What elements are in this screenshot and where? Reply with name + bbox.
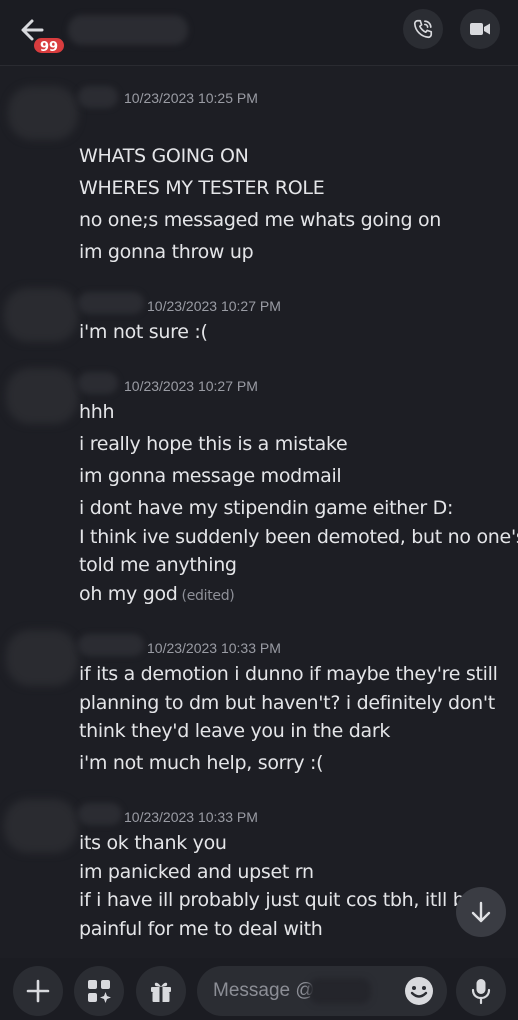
voice-call-button[interactable]: [403, 9, 443, 49]
avatar-redacted: [4, 799, 78, 853]
message-text: told me anything: [79, 554, 237, 576]
message-text: i really hope this is a mistake: [79, 433, 348, 455]
message-text: i'm not much help, sorry :(: [79, 752, 324, 774]
message-group: 10/23/2023 10:27 PM i'm not sure :(: [0, 288, 518, 348]
message-text: if i have ill probably just quit cos tbh…: [79, 889, 494, 911]
message-text: I think ive suddenly been demoted, but n…: [79, 526, 518, 548]
message-text-content: oh my god: [79, 583, 178, 605]
username-redacted: [78, 803, 122, 825]
message-timestamp: 10/23/2023 10:33 PM: [124, 809, 258, 825]
message-input[interactable]: Message @: [197, 966, 447, 1016]
video-call-button[interactable]: [460, 9, 500, 49]
edited-label: (edited): [181, 588, 235, 604]
message-text: think they'd leave you in the dark: [79, 720, 391, 742]
message-text: its ok thank you: [79, 832, 227, 854]
message-text: planning to dm but haven't? i definitely…: [79, 692, 495, 714]
message-group: 10/23/2023 10:25 PM WHATS GOING ON WHERE…: [0, 80, 518, 270]
avatar-redacted: [4, 288, 78, 342]
apps-sparkle-icon: [88, 980, 111, 1003]
avatar-redacted: [6, 630, 78, 686]
message-text: hhh: [79, 401, 115, 423]
message-text: WHERES MY TESTER ROLE: [79, 177, 325, 199]
message-text: no one;s messaged me whats going on: [79, 209, 442, 231]
message-group: 10/23/2023 10:27 PM hhh i really hope th…: [0, 368, 518, 608]
unread-badge: 99: [32, 36, 67, 55]
message-text: im panicked and upset rn: [79, 861, 314, 883]
gift-button[interactable]: [136, 966, 186, 1016]
message-input-placeholder: Message @: [213, 980, 315, 1001]
avatar-redacted: [8, 86, 78, 140]
message-composer: Message @: [0, 958, 518, 1020]
username-redacted: [78, 292, 144, 314]
message-text: im gonna message modmail: [79, 465, 342, 487]
message-text: im gonna throw up: [79, 241, 254, 263]
username-redacted: [78, 372, 118, 394]
message-text: oh my god (edited): [79, 583, 235, 605]
message-text: painful for me to deal with: [79, 918, 323, 940]
message-group: 10/23/2023 10:33 PM its ok thank you im …: [0, 799, 518, 949]
phone-call-icon: [413, 19, 433, 39]
arrow-down-icon: [471, 901, 491, 923]
emoji-button[interactable]: [402, 974, 436, 1008]
voice-message-button[interactable]: [456, 966, 506, 1016]
message-text: i dont have my stipendin game either D:: [79, 497, 454, 519]
plus-icon: [26, 979, 50, 1003]
chat-header: 99: [0, 0, 518, 66]
message-timestamp: 10/23/2023 10:27 PM: [124, 378, 258, 394]
message-text: if its a demotion i dunno if maybe they'…: [79, 663, 498, 685]
recipient-name-redacted: [68, 15, 188, 45]
message-group: 10/23/2023 10:33 PM if its a demotion i …: [0, 630, 518, 780]
username-redacted: [78, 86, 118, 108]
message-timestamp: 10/23/2023 10:33 PM: [147, 640, 281, 656]
apps-button[interactable]: [74, 966, 124, 1016]
gift-icon: [151, 982, 171, 1002]
username-redacted: [78, 634, 144, 656]
emoji-icon: [405, 977, 433, 1005]
message-text: i'm not sure :(: [79, 321, 208, 343]
message-timestamp: 10/23/2023 10:25 PM: [124, 90, 258, 106]
microphone-icon: [471, 979, 491, 1005]
avatar-redacted: [6, 368, 78, 424]
message-timestamp: 10/23/2023 10:27 PM: [147, 298, 281, 314]
recipient-name-redacted: [309, 978, 371, 1004]
add-attachment-button[interactable]: [13, 966, 63, 1016]
jump-to-present-button[interactable]: [456, 887, 506, 937]
video-camera-icon: [470, 23, 490, 35]
message-text: WHATS GOING ON: [79, 145, 249, 167]
